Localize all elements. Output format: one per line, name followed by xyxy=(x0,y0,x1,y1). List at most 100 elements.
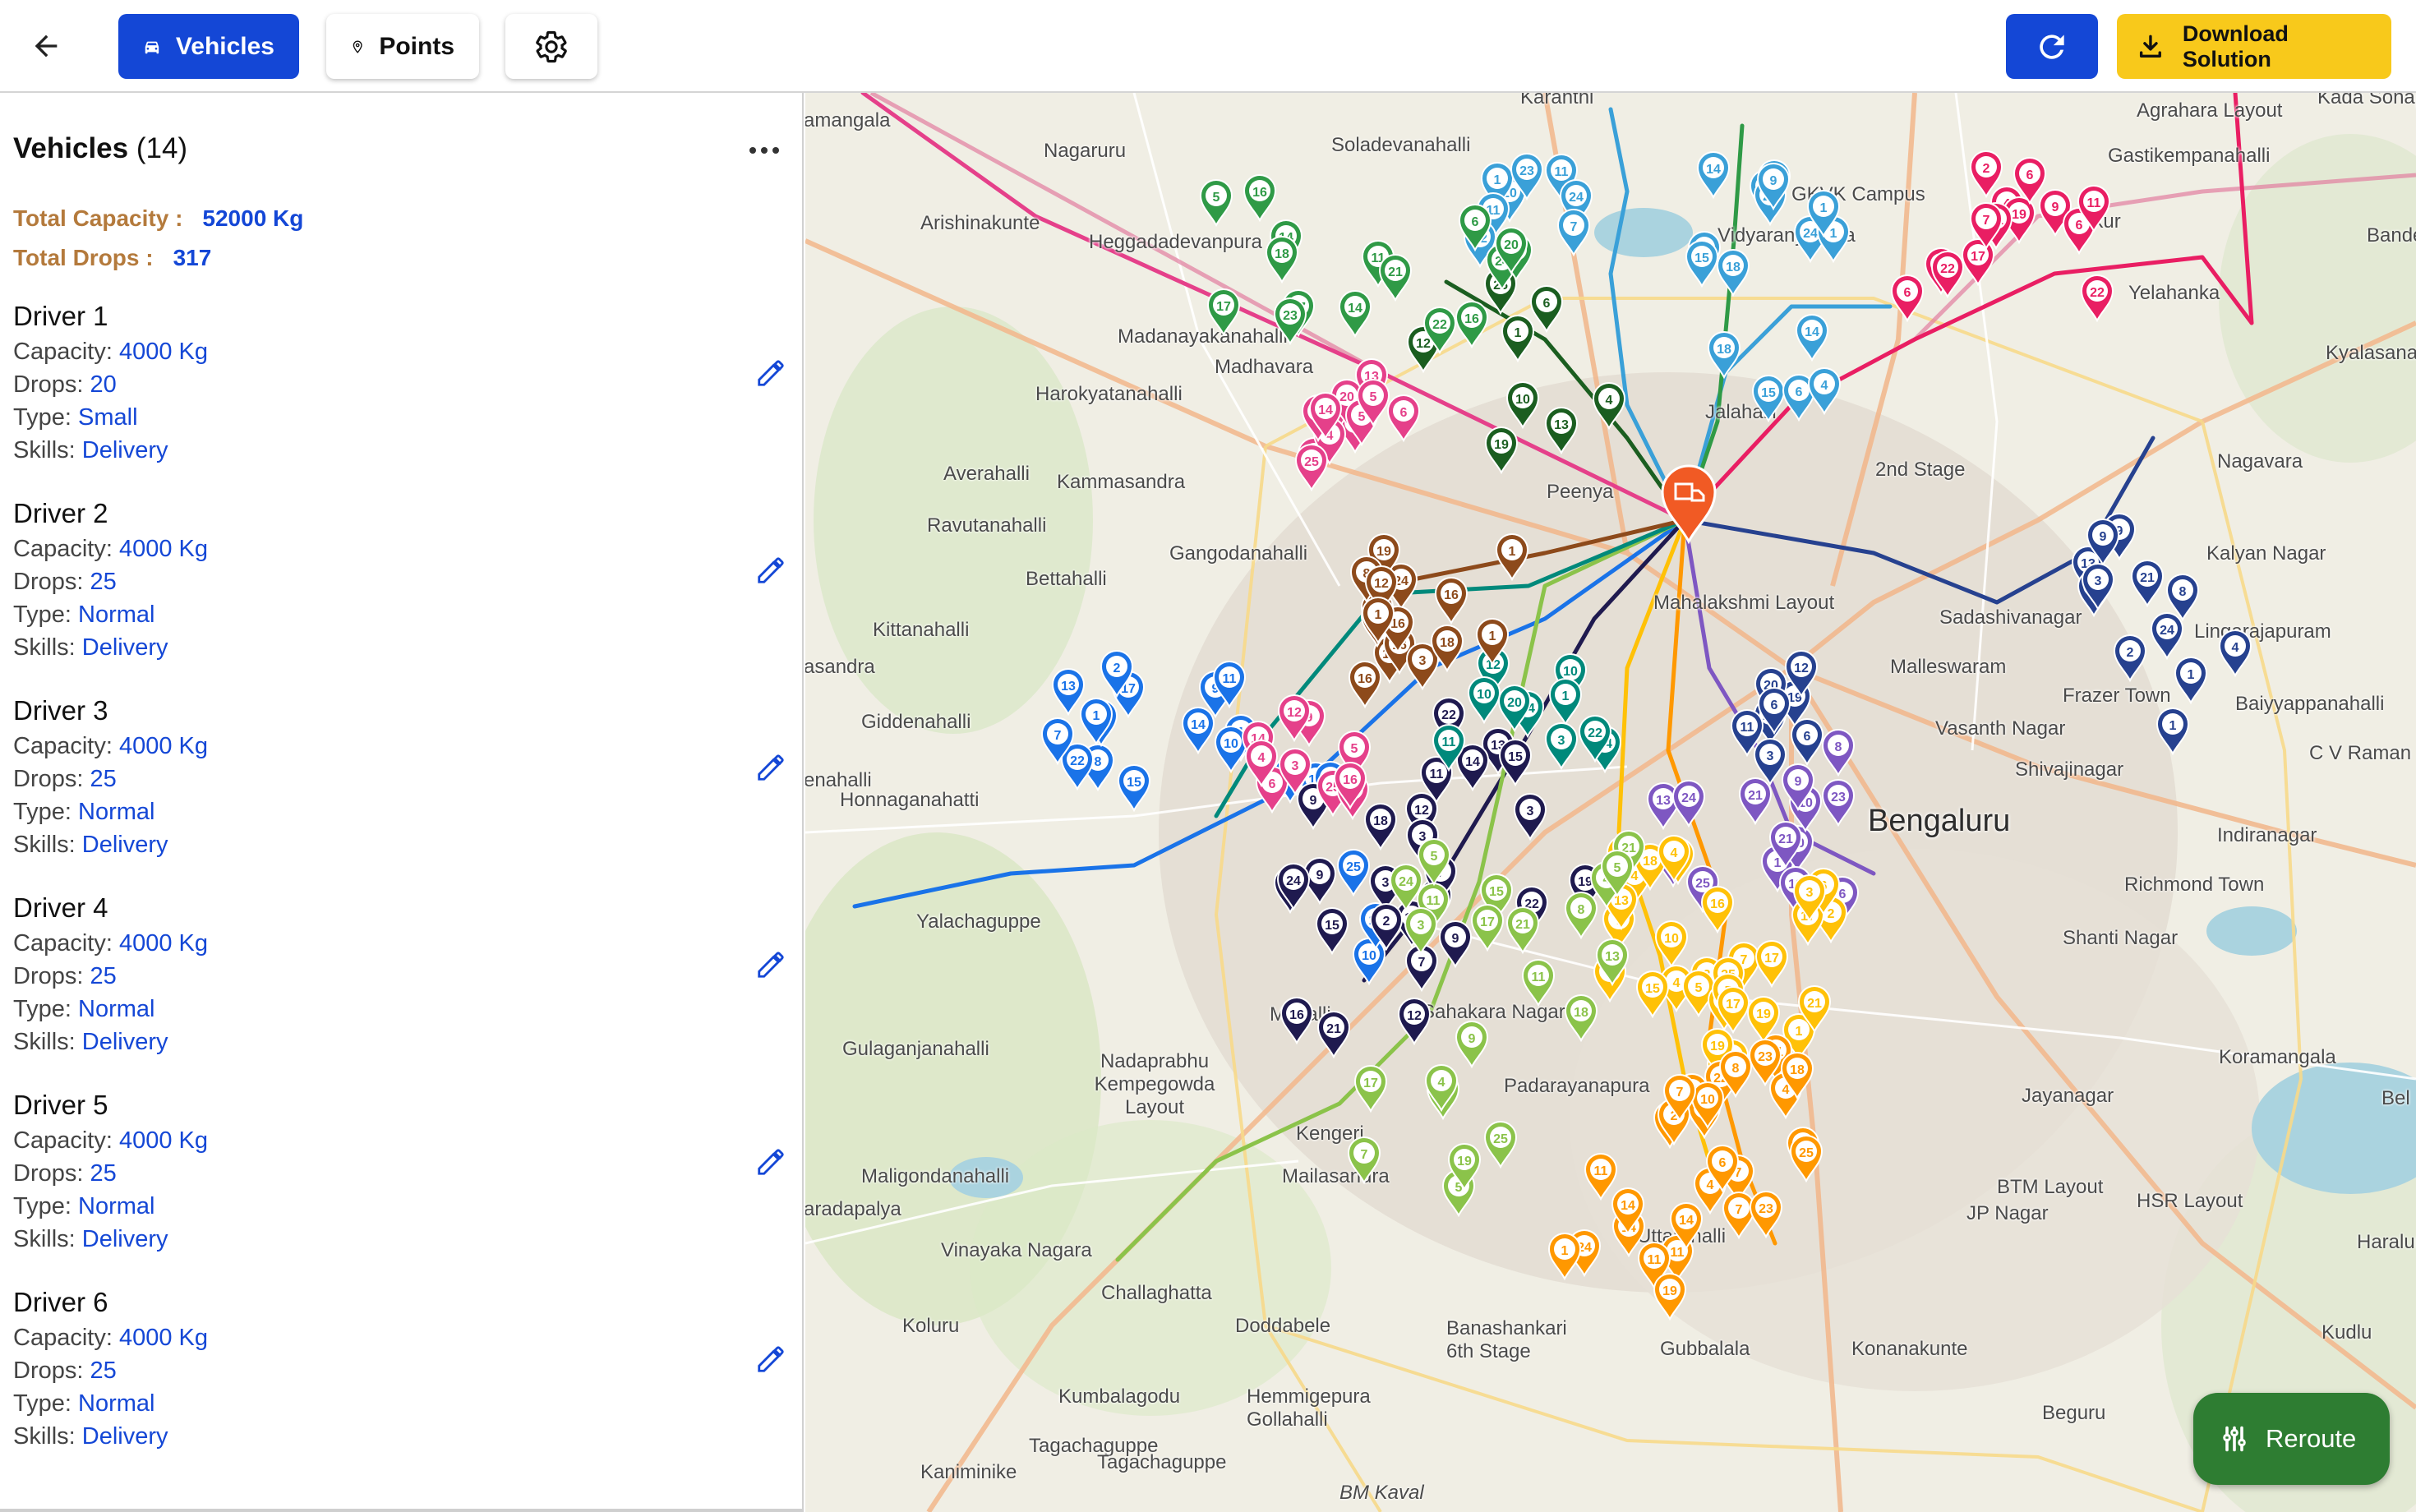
stop-marker[interactable]: 6 xyxy=(1386,394,1421,443)
stop-marker[interactable]: 16 xyxy=(1243,174,1277,223)
reroute-button[interactable]: Reroute xyxy=(2193,1393,2390,1485)
stop-marker[interactable]: 1 xyxy=(1548,678,1583,726)
stop-marker[interactable]: 23 xyxy=(1821,779,1856,827)
edit-driver-button[interactable] xyxy=(753,1341,789,1377)
stop-marker[interactable]: 22 xyxy=(1930,251,1965,299)
stop-marker[interactable]: 4 xyxy=(2218,629,2252,678)
stop-marker[interactable]: 16 xyxy=(1455,301,1489,349)
stop-marker[interactable]: 21 xyxy=(1738,777,1773,826)
stop-marker[interactable]: 18 xyxy=(1707,331,1741,380)
stop-marker[interactable]: 11 xyxy=(1521,959,1556,1007)
stop-marker[interactable]: 18 xyxy=(1564,994,1598,1043)
driver-card[interactable]: Driver 5 Capacity: 4000 Kg Drops: 25 Typ… xyxy=(13,1086,794,1275)
stop-marker[interactable]: 25 xyxy=(1336,849,1371,897)
stop-marker[interactable]: 17 xyxy=(1353,1065,1388,1113)
stop-marker[interactable]: 16 xyxy=(1700,886,1735,934)
stop-marker[interactable]: 19 xyxy=(1653,1273,1687,1321)
refresh-button[interactable] xyxy=(2006,14,2098,79)
stop-marker[interactable]: 9 xyxy=(1455,1021,1489,1069)
stop-marker[interactable]: 18 xyxy=(1265,236,1299,284)
settings-button[interactable] xyxy=(505,14,597,79)
stop-marker[interactable]: 3 xyxy=(1544,722,1579,771)
stop-marker[interactable]: 1 xyxy=(2174,657,2208,705)
stop-marker[interactable]: 18 xyxy=(1363,803,1398,851)
stop-marker[interactable]: 22 xyxy=(2080,274,2114,323)
stop-marker[interactable]: 13 xyxy=(1051,668,1086,717)
stop-marker[interactable]: 15 xyxy=(1498,739,1533,787)
stop-marker[interactable]: 21 xyxy=(2130,560,2165,608)
stop-marker[interactable]: 25 xyxy=(1294,444,1329,492)
stop-marker[interactable]: 6 xyxy=(1890,274,1925,323)
edit-driver-button[interactable] xyxy=(753,1144,789,1180)
stop-marker[interactable]: 6 xyxy=(1529,285,1564,334)
edit-driver-button[interactable] xyxy=(753,749,789,786)
stop-marker[interactable]: 17 xyxy=(1754,940,1789,989)
stop-marker[interactable]: 8 xyxy=(2165,574,2200,622)
back-button[interactable] xyxy=(16,16,76,76)
edit-driver-button[interactable] xyxy=(753,947,789,983)
stop-marker[interactable]: 6 xyxy=(1790,718,1824,767)
stop-marker[interactable]: 1 xyxy=(1547,1233,1582,1281)
stop-marker[interactable]: 15 xyxy=(1685,240,1719,288)
stop-marker[interactable]: 25 xyxy=(1789,1135,1824,1183)
stop-marker[interactable]: 8 xyxy=(1564,892,1598,940)
stop-marker[interactable]: 4 xyxy=(1592,382,1626,431)
driver-card[interactable]: Driver 4 Capacity: 4000 Kg Drops: 25 Typ… xyxy=(13,889,794,1078)
stop-marker[interactable]: 25 xyxy=(1483,1121,1518,1169)
stop-marker[interactable]: 10 xyxy=(1214,726,1248,774)
stop-marker[interactable]: 15 xyxy=(1315,907,1349,956)
stop-marker[interactable]: 7 xyxy=(1722,1192,1756,1240)
stop-marker[interactable]: 19 xyxy=(1484,426,1519,475)
stop-marker[interactable]: 8 xyxy=(1821,729,1856,777)
stop-marker[interactable]: 3 xyxy=(1753,738,1787,786)
stop-marker[interactable]: 11 xyxy=(1584,1153,1618,1201)
stop-marker[interactable]: 24 xyxy=(2150,612,2184,661)
stop-marker[interactable]: 12 xyxy=(1397,998,1432,1046)
stop-marker[interactable]: 10 xyxy=(1654,920,1689,969)
driver-card[interactable]: Driver 3 Capacity: 4000 Kg Drops: 25 Typ… xyxy=(13,692,794,881)
stop-marker[interactable]: 14 xyxy=(1181,707,1215,755)
depot-marker[interactable] xyxy=(1661,464,1717,545)
stop-marker[interactable]: 10 xyxy=(1505,381,1540,430)
stop-marker[interactable]: 17 xyxy=(1961,238,1995,287)
stop-marker[interactable]: 3 xyxy=(1513,793,1547,841)
tab-points[interactable]: Points xyxy=(326,14,479,79)
edit-driver-button[interactable] xyxy=(753,552,789,588)
stop-marker[interactable]: 21 xyxy=(1316,1011,1351,1059)
tab-vehicles[interactable]: Vehicles xyxy=(118,14,299,79)
stop-marker[interactable]: 4 xyxy=(1807,367,1842,416)
stop-marker[interactable]: 1 xyxy=(2155,708,2190,756)
stop-marker[interactable]: 10 xyxy=(1467,676,1501,725)
stop-marker[interactable]: 16 xyxy=(1279,997,1314,1045)
stop-marker[interactable]: 17 xyxy=(1470,904,1505,952)
stop-marker[interactable]: 16 xyxy=(1434,577,1469,625)
stop-marker[interactable]: 24 xyxy=(1671,780,1706,828)
download-solution-button[interactable]: Download Solution xyxy=(2117,14,2391,79)
stop-marker[interactable]: 15 xyxy=(1751,375,1786,423)
stop-marker[interactable]: 16 xyxy=(1348,661,1382,709)
stop-marker[interactable]: 21 xyxy=(1505,906,1540,955)
stop-marker[interactable]: 15 xyxy=(1117,764,1151,813)
stop-marker[interactable]: 18 xyxy=(1716,249,1750,297)
driver-card[interactable]: Driver 6 Capacity: 4000 Kg Drops: 25 Typ… xyxy=(13,1284,794,1473)
stop-marker[interactable]: 1 xyxy=(1495,533,1529,582)
stop-marker[interactable]: 7 xyxy=(1556,209,1591,257)
stop-marker[interactable]: 10 xyxy=(1352,938,1386,986)
stop-marker[interactable]: 5 xyxy=(1199,179,1233,228)
stop-marker[interactable]: 23 xyxy=(1273,297,1307,346)
stop-marker[interactable]: 23 xyxy=(1749,1191,1783,1239)
stop-marker[interactable]: 13 xyxy=(1544,407,1579,455)
stop-marker[interactable]: 14 xyxy=(1795,314,1829,362)
stop-marker[interactable]: 17 xyxy=(1206,288,1241,337)
route-map[interactable]: amangala Nagaruru Soladevanahalli Karant… xyxy=(805,93,2416,1512)
stop-marker[interactable]: 15 xyxy=(1635,970,1670,1019)
stop-marker[interactable]: 9 xyxy=(1438,920,1473,969)
stop-marker[interactable]: 21 xyxy=(1378,254,1413,302)
more-options-button[interactable] xyxy=(741,134,787,167)
stop-marker[interactable]: 3 xyxy=(1404,907,1438,956)
stop-marker[interactable]: 1 xyxy=(1501,315,1535,363)
edit-driver-button[interactable] xyxy=(753,355,789,391)
stop-marker[interactable]: 2 xyxy=(2113,634,2147,683)
driver-card[interactable]: Driver 2 Capacity: 4000 Kg Drops: 25 Typ… xyxy=(13,495,794,684)
stop-marker[interactable]: 14 xyxy=(1696,151,1731,200)
